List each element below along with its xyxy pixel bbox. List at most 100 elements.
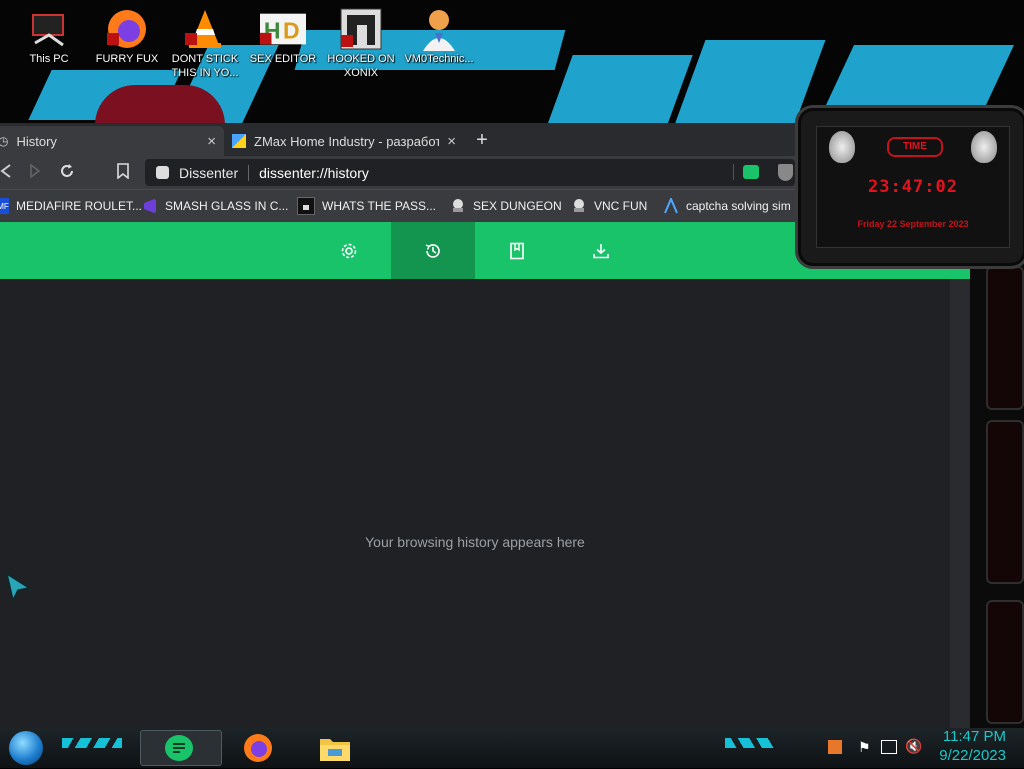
ghost-icon [571,198,587,214]
bookmark-label: captcha solving sim [686,199,791,213]
bookmark-label: SEX DUNGEON [473,199,562,213]
taskbar-date[interactable]: 9/22/2023 [939,747,1006,764]
shield-icon[interactable] [778,164,793,181]
ghost-icon [450,198,466,214]
address-bar[interactable]: Dissenter dissenter://history [145,159,795,186]
bookmark-captcha[interactable]: captcha solving sim [663,198,803,214]
clock-time: 23:47:02 [868,177,958,197]
mediafire-icon: MF [0,198,9,214]
bookmark-book-icon [510,242,524,259]
clock-gadget[interactable]: TIME 23:47:02 Friday 22 September 2023 [795,105,1024,269]
start-button[interactable] [9,731,43,765]
tray-app-icon[interactable] [828,740,842,754]
firefox-icon [104,6,150,52]
bookmark-mediafire[interactable]: MF MEDIAFIRE ROULET... [0,198,142,214]
wallpaper-figure [95,85,225,125]
desktop-icon-sex-editor[interactable]: HD SEX EDITOR [244,6,322,80]
volume-muted-icon[interactable]: 🔇 [905,738,922,755]
taskbar-decoration [62,738,122,748]
doctor-icon [416,6,462,52]
bookmark-whats-the-pass[interactable]: WHATS THE PASS... [297,197,450,215]
desktop-icons: This PC FURRY FUX DONT STICK THIS IN YO.… [10,6,478,80]
tab-title: ZMax Home Industry - разработк [254,133,439,149]
desktop-icon-label: FURRY FUX [95,53,159,65]
forward-button[interactable] [25,163,45,183]
bookmark-label: VNC FUN [594,199,648,213]
meter-panel [986,600,1024,724]
reload-button[interactable] [57,163,77,183]
clock-face: TIME 23:47:02 Friday 22 September 2023 [816,126,1010,248]
wallpaper-graffiti [547,55,693,125]
xonix-icon [338,6,384,52]
desktop-icon-xonix[interactable]: HOOKED ON XONIX [322,6,400,80]
meter-panel [986,266,1024,410]
zmax-favicon-icon [232,134,246,148]
bookmark-page-button[interactable] [113,163,133,183]
dissenter-comment-icon[interactable] [743,165,759,179]
desktop-icon-label: HOOKED ON XONIX [327,53,395,79]
empty-history-message: Your browsing history appears here [365,534,585,550]
tab-title: History [16,133,57,149]
desktop-icon-label: SEX EDITOR [249,53,317,65]
taskbar-item-firefox[interactable] [242,732,274,764]
omnibox-divider [733,164,734,180]
downloads-tab[interactable] [559,222,643,279]
folder-icon [320,739,350,761]
back-button[interactable] [0,163,16,183]
bookmark-sex-dungeon[interactable]: SEX DUNGEON [450,198,571,214]
bookmarks-tab[interactable] [475,222,559,279]
taskbar-item-dissenter[interactable] [140,730,222,766]
close-tab-button[interactable]: × [207,133,216,150]
svg-text:D: D [283,18,300,44]
alien-head-icon [829,131,855,163]
network-icon[interactable] [881,740,897,754]
desktop-icon-label: DONT STICK THIS IN YO... [171,53,239,79]
bookmark-icon [117,163,129,180]
history-content: Your browsing history appears here [0,279,970,728]
lock-icon [297,197,315,215]
desktop-icon-vm0technic[interactable]: VM0Technic... [400,6,478,80]
new-tab-button[interactable]: + [471,128,493,152]
omnibox-divider [248,164,250,181]
desktop-icon-vlc[interactable]: DONT STICK THIS IN YO... [166,6,244,80]
desktop-icon-furry-fux[interactable]: FURRY FUX [88,6,166,80]
bookmark-vnc-fun[interactable]: VNC FUN [571,198,663,214]
desktop-icon-label: This PC [29,53,69,65]
arch-icon [663,198,679,214]
tab-zmax[interactable]: ZMax Home Industry - разработк × [226,126,464,156]
history-tab[interactable] [391,222,475,279]
taskbar-decoration [725,738,775,748]
site-label: Dissenter [179,164,239,181]
hxd-icon: HD [260,6,306,52]
page-icon [156,166,169,179]
settings-tab[interactable] [307,222,391,279]
clock-icon: ◷ [0,134,9,148]
wallpaper-graffiti [826,45,1014,105]
taskbar: ⚑ 🔇 11:47 PM 9/22/2023 [0,728,1024,768]
firefox-icon [244,734,272,762]
bookmark-label: SMASH GLASS IN C... [165,199,289,213]
url-text[interactable]: dissenter://history [259,165,369,181]
bookmark-label: WHATS THE PASS... [322,199,437,213]
flag-icon[interactable]: ⚑ [858,739,871,756]
desktop-icon-this-pc[interactable]: This PC [10,6,88,80]
alien-head-icon [971,131,997,163]
tab-history[interactable]: ◷ History × [0,126,224,156]
vlc-icon [182,6,228,52]
dissenter-app-icon [165,735,193,761]
download-icon [593,243,609,258]
gear-icon [341,243,357,258]
history-icon [425,243,440,258]
clock-title: TIME [887,137,943,157]
bookmark-smash-glass[interactable]: SMASH GLASS IN C... [142,198,297,214]
taskbar-time[interactable]: 11:47 PM [943,728,1006,745]
taskbar-item-file-explorer[interactable] [318,733,352,763]
close-tab-button[interactable]: × [447,133,456,150]
reload-icon [61,164,73,177]
clock-date: Friday 22 September 2023 [857,219,969,229]
bookmark-label: MEDIAFIRE ROULET... [15,199,142,213]
back-arrow-icon [0,164,11,178]
computer-icon [26,6,72,52]
meter-panel [986,420,1024,584]
scrollbar-track[interactable] [950,279,970,728]
